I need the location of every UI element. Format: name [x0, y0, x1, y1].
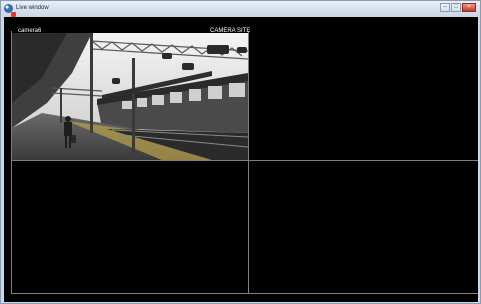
window-title: Live window [16, 5, 49, 11]
video-pane-4[interactable] [249, 161, 478, 293]
minimize-icon: – [443, 4, 447, 10]
video-pane-1[interactable] [12, 33, 248, 160]
maximize-icon: □ [454, 4, 458, 10]
maximize-button[interactable]: □ [451, 3, 461, 12]
camera-site-label: CAMERA SITE [210, 28, 251, 34]
minimize-button[interactable]: – [440, 3, 450, 12]
video-pane-3[interactable] [12, 161, 248, 293]
video-pane-2[interactable] [249, 32, 478, 160]
title-bar[interactable]: Live window – □ × [1, 1, 480, 17]
close-button[interactable]: × [462, 3, 476, 12]
window-controls: – □ × [439, 3, 476, 13]
grid-divider-bottom [11, 293, 478, 294]
camera-feed-image [12, 33, 248, 160]
recording-indicator-icon [11, 12, 16, 17]
close-icon: × [467, 4, 471, 10]
camera-name-label: camera6 [18, 28, 42, 34]
